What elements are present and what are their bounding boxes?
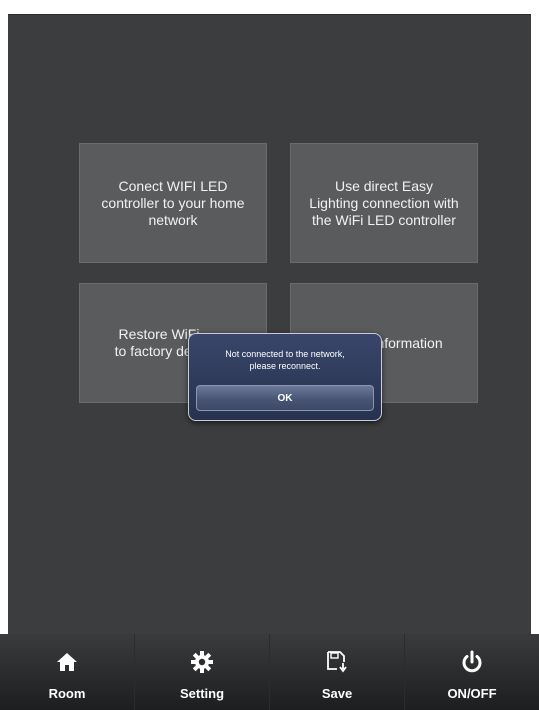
save-icon (325, 650, 349, 674)
tab-on-off[interactable]: ON/OFF (405, 634, 539, 710)
dialog-message: Not connected to the network, please rec… (225, 349, 345, 371)
tab-label: Save (321, 686, 353, 701)
tab-room[interactable]: Room (0, 634, 135, 710)
tab-label: Setting (179, 686, 225, 701)
tab-save[interactable]: Save (270, 634, 405, 710)
home-icon (55, 650, 79, 674)
alert-dialog: Not connected to the network, please rec… (188, 333, 382, 421)
tile-label: Use direct Easy Lighting connection with… (309, 177, 459, 228)
direct-connection-button[interactable]: Use direct Easy Lighting connection with… (290, 143, 478, 263)
tab-label: ON/OFF (447, 686, 497, 701)
bottom-tab-bar: Room Setting Save ON/OFF (0, 634, 539, 710)
tab-setting[interactable]: Setting (135, 634, 270, 710)
connect-to-home-network-button[interactable]: Conect WIFI LED controller to your home … (79, 143, 267, 263)
gear-icon (190, 650, 214, 674)
tile-label: Conect WIFI LED controller to your home … (101, 177, 245, 228)
power-icon (460, 650, 484, 674)
tab-label: Room (48, 686, 86, 701)
app-screen: Conect WIFI LED controller to your home … (8, 14, 531, 635)
ok-button[interactable]: OK (196, 385, 374, 411)
tile-label: information (373, 334, 443, 351)
